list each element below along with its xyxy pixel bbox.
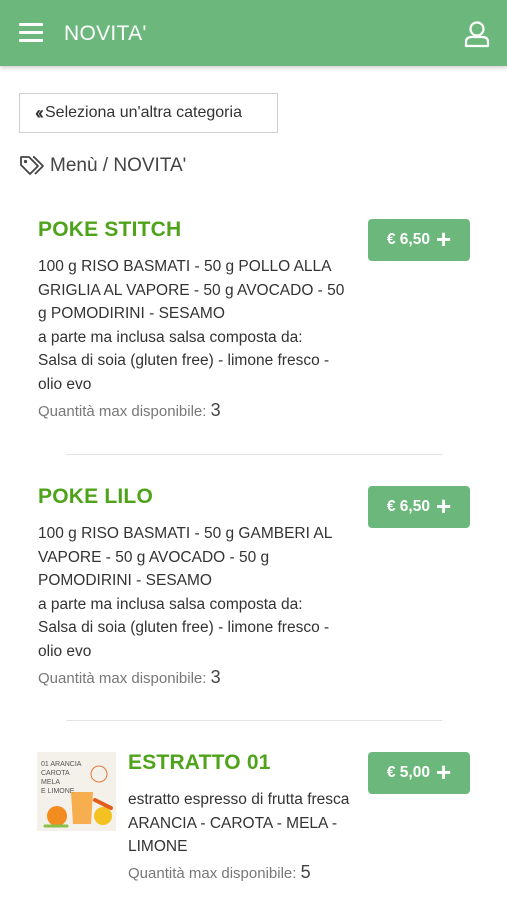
- product-max-quantity: Quantità max disponibile: 3: [38, 400, 221, 420]
- plus-icon: +: [435, 491, 452, 521]
- hamburger-menu-icon[interactable]: [19, 23, 43, 43]
- max-quantity-value: 3: [210, 400, 221, 420]
- product-description: estratto espresso di frutta fresca ARANC…: [128, 791, 350, 855]
- price-label: € 6,50: [386, 231, 430, 248]
- breadcrumb: Menù / NOVITA': [19, 155, 186, 177]
- product-name: ESTRATTO 01: [128, 751, 271, 774]
- breadcrumb-text: Menù / NOVITA': [50, 155, 187, 176]
- product-max-quantity: Quantità max disponibile: 3: [38, 667, 221, 687]
- tags-icon: [20, 156, 44, 175]
- divider: [66, 720, 442, 721]
- back-button-label: Seleziona un'altra categoria: [45, 104, 242, 121]
- product-max-quantity: Quantità max disponibile: 5: [128, 862, 311, 882]
- svg-text:01 ARANCIA: 01 ARANCIA: [41, 761, 82, 768]
- top-app-bar: NOVITA': [0, 0, 507, 66]
- price-label: € 5,00: [386, 764, 430, 781]
- product-name: POKE LILO: [38, 485, 153, 508]
- plus-icon: +: [435, 224, 452, 254]
- product-description: 100 g RISO BASMATI - 50 g GAMBERI AL VAP…: [38, 525, 333, 660]
- divider: [66, 454, 442, 455]
- add-to-cart-button[interactable]: € 6,50 +: [368, 219, 470, 261]
- user-icon[interactable]: [463, 20, 491, 48]
- plus-icon: +: [435, 757, 452, 787]
- svg-text:CAROTA: CAROTA: [41, 770, 70, 777]
- page-title: NOVITA': [64, 22, 147, 45]
- price-label: € 6,50: [386, 498, 430, 515]
- product-description: 100 g RISO BASMATI - 50 g POLLO ALLA GRI…: [38, 258, 345, 393]
- select-other-category-button[interactable]: ‹‹ Seleziona un'altra categoria: [19, 93, 278, 133]
- product-name: POKE STITCH: [38, 218, 182, 241]
- max-quantity-value: 3: [210, 667, 221, 687]
- svg-text:E LIMONE: E LIMONE: [41, 788, 75, 795]
- double-chevron-left-icon: ‹‹: [35, 102, 44, 123]
- product-image[interactable]: 01 ARANCIA CAROTA MELA E LIMONE: [37, 752, 116, 831]
- add-to-cart-button[interactable]: € 6,50 +: [368, 486, 470, 528]
- svg-text:MELA: MELA: [41, 779, 60, 786]
- add-to-cart-button[interactable]: € 5,00 +: [368, 752, 470, 794]
- max-quantity-value: 5: [300, 862, 311, 882]
